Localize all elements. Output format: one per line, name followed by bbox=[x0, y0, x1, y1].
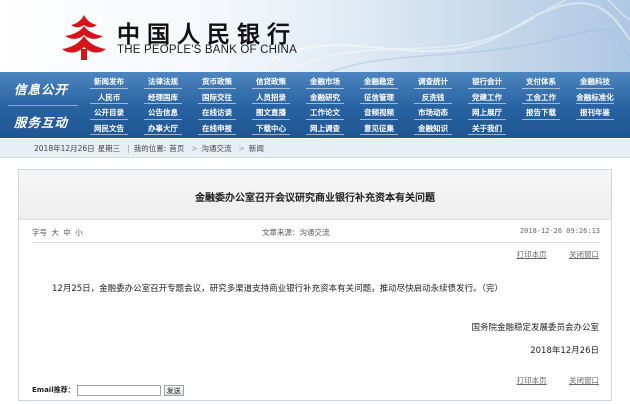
nav-item[interactable]: 支付体系 bbox=[514, 74, 568, 90]
print-page-link[interactable]: 打印本页 bbox=[517, 250, 547, 259]
article-actions-top: 打印本页 关闭窗口 bbox=[497, 249, 599, 260]
nav-item[interactable]: 工作论文 bbox=[298, 105, 352, 121]
nav-item[interactable]: 公开目录 bbox=[82, 105, 136, 121]
breadcrumb: 2018年12月26日 星期三 | 我的位置: 首页 > 沟通交流 > 新闻 bbox=[0, 139, 630, 158]
font-size-small-link[interactable]: 小 bbox=[75, 228, 83, 237]
nav-item[interactable]: 下载中心 bbox=[244, 121, 298, 137]
nav-item[interactable]: 办事大厅 bbox=[136, 121, 190, 137]
nav-item[interactable]: 国际交往 bbox=[190, 90, 244, 106]
chevron-right-icon: > bbox=[191, 143, 198, 153]
bank-name-en: THE PEOPLE'S BANK OF CHINA bbox=[117, 44, 297, 56]
nav-item[interactable]: 在线申报 bbox=[190, 121, 244, 137]
nav-item[interactable]: 市场动态 bbox=[406, 105, 460, 121]
header-decoration bbox=[270, 0, 630, 72]
nav-item[interactable]: 银行会计 bbox=[460, 74, 514, 90]
pboc-logo-icon[interactable] bbox=[62, 13, 106, 61]
location-label: 我的位置: bbox=[133, 143, 167, 153]
nav-item[interactable]: 征信管理 bbox=[352, 90, 406, 106]
nav-item[interactable]: 法律法规 bbox=[136, 74, 190, 90]
breadcrumb-news-link[interactable]: 新闻 bbox=[249, 143, 264, 154]
nav-item[interactable]: 工会工作 bbox=[514, 90, 568, 106]
nav-item[interactable]: 报刊年鉴 bbox=[568, 105, 622, 121]
nav-item[interactable]: 人民币 bbox=[82, 90, 136, 106]
nav-item[interactable]: 关于我们 bbox=[460, 121, 514, 137]
nav-links-grid: 新闻发布 法律法规 货币政策 信贷政策 金融市场 金融稳定 调查统计 银行会计 … bbox=[82, 74, 630, 136]
print-page-link[interactable]: 打印本页 bbox=[517, 376, 547, 385]
font-size-controls: 字号 大 中 小 bbox=[32, 227, 83, 238]
article-actions-bottom: 打印本页 关闭窗口 bbox=[497, 375, 599, 386]
nav-item[interactable]: 网上调查 bbox=[298, 121, 352, 137]
nav-item[interactable]: 图文直播 bbox=[244, 105, 298, 121]
nav-item[interactable]: 意见征集 bbox=[352, 121, 406, 137]
nav-item[interactable]: 报告下载 bbox=[514, 105, 568, 121]
title-band: 金融委办公室召开会议研究商业银行补充资本有关问题 bbox=[19, 170, 611, 220]
nav-item[interactable]: 人员招录 bbox=[244, 90, 298, 106]
email-label: Email推荐： bbox=[32, 386, 75, 394]
nav-item[interactable]: 党建工作 bbox=[460, 90, 514, 106]
nav-item[interactable]: 金融科技 bbox=[568, 74, 622, 90]
nav-item[interactable]: 经理国库 bbox=[136, 90, 190, 106]
current-date: 2018年12月26日 bbox=[34, 143, 95, 153]
article-body: 12月25日，金融委办公室召开专题会议，研究多渠道支持商业银行补充资本有关问题，… bbox=[52, 284, 503, 294]
current-weekday: 星期三 bbox=[97, 143, 121, 153]
email-recommend: Email推荐： 发送 bbox=[32, 384, 184, 396]
nav-item[interactable]: 金融稳定 bbox=[352, 74, 406, 90]
article-signer: 国务院金融稳定发展委员会办公室 bbox=[471, 323, 599, 333]
nav-item[interactable]: 调查统计 bbox=[406, 74, 460, 90]
nav-item[interactable]: 金融标准化 bbox=[568, 90, 622, 106]
close-window-link[interactable]: 关闭窗口 bbox=[569, 250, 599, 259]
nav-item[interactable]: 在线访谈 bbox=[190, 105, 244, 121]
send-button[interactable]: 发送 bbox=[163, 384, 184, 396]
article-meta: 字号 大 中 小 文章来源：沟通交流 2018-12-26 09:26:13 bbox=[32, 227, 600, 239]
font-size-large-link[interactable]: 大 bbox=[51, 228, 59, 237]
chevron-right-icon: > bbox=[238, 143, 245, 153]
breadcrumb-communication-link[interactable]: 沟通交流 bbox=[202, 143, 232, 154]
article-panel: 金融委办公室召开会议研究商业银行补充资本有关问题 字号 大 中 小 文章来源：沟… bbox=[18, 169, 612, 401]
nav-section-service[interactable]: 服务互动 bbox=[0, 105, 82, 138]
nav-item[interactable]: 反洗钱 bbox=[406, 90, 460, 106]
font-size-medium-link[interactable]: 中 bbox=[63, 228, 71, 237]
article-title: 金融委办公室召开会议研究商业银行补充资本有关问题 bbox=[195, 193, 435, 204]
article-datetime: 2018-12-26 09:26:13 bbox=[519, 227, 600, 235]
nav-item[interactable]: 公告信息 bbox=[136, 105, 190, 121]
nav-item[interactable]: 信贷政策 bbox=[244, 74, 298, 90]
nav-item[interactable]: 货币政策 bbox=[190, 74, 244, 90]
nav-item[interactable]: 金融知识 bbox=[406, 121, 460, 137]
breadcrumb-home-link[interactable]: 首页 bbox=[169, 143, 184, 154]
nav-item[interactable]: 金融研究 bbox=[298, 90, 352, 106]
nav-item[interactable]: 音频视频 bbox=[352, 105, 406, 121]
nav-item[interactable]: 网上展厅 bbox=[460, 105, 514, 121]
article-sign-date: 2018年12月26日 bbox=[530, 346, 599, 356]
site-header: 中国人民银行 THE PEOPLE'S BANK OF CHINA bbox=[0, 0, 630, 72]
font-size-label: 字号 bbox=[32, 228, 47, 237]
nav-item[interactable]: 网民文告 bbox=[82, 121, 136, 137]
close-window-link[interactable]: 关闭窗口 bbox=[569, 376, 599, 385]
email-input[interactable] bbox=[76, 384, 161, 396]
meta-divider bbox=[32, 242, 600, 243]
main-navigation: 信息公开 服务互动 新闻发布 法律法规 货币政策 信贷政策 金融市场 金融稳定 … bbox=[0, 72, 630, 138]
article-source: 文章来源：沟通交流 bbox=[262, 228, 330, 237]
nav-section-info[interactable]: 信息公开 bbox=[0, 72, 82, 105]
nav-item[interactable]: 新闻发布 bbox=[82, 74, 136, 90]
nav-item[interactable]: 金融市场 bbox=[298, 74, 352, 90]
breadcrumb-separator: | bbox=[127, 143, 130, 153]
